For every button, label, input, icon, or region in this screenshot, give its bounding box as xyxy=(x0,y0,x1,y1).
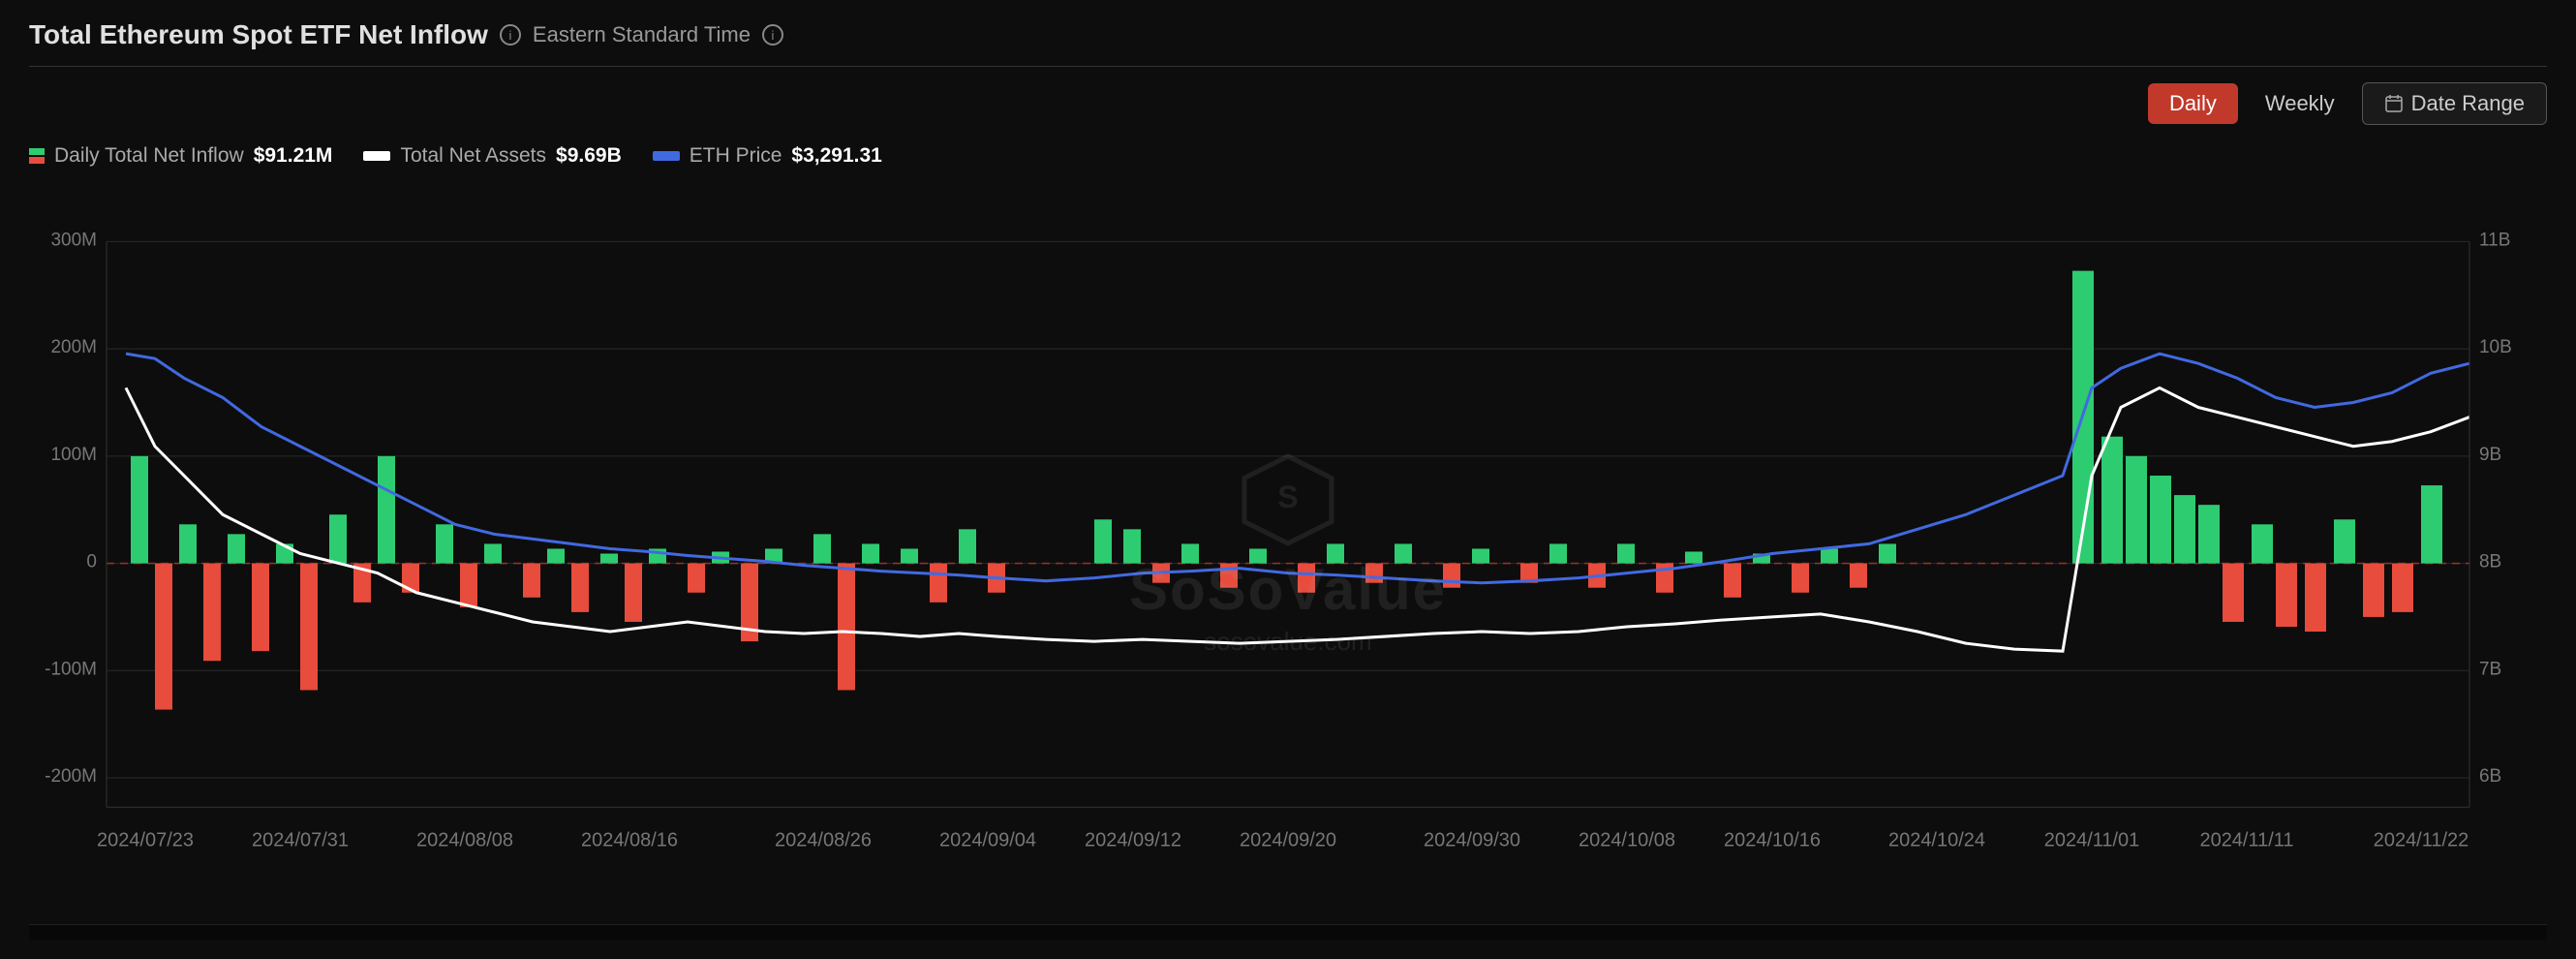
svg-text:2024/08/16: 2024/08/16 xyxy=(581,829,678,851)
eth-swatch xyxy=(653,151,680,161)
svg-text:100M: 100M xyxy=(51,445,97,465)
main-chart-svg: 300M 200M 100M 0 -100M -200M 11B 10B 9B … xyxy=(29,183,2547,924)
date-range-label: Date Range xyxy=(2411,91,2525,116)
assets-label: Total Net Assets xyxy=(400,144,546,168)
svg-text:2024/07/31: 2024/07/31 xyxy=(252,829,349,851)
eth-legend: ETH Price $3,291.31 xyxy=(653,144,882,168)
inflow-label: Daily Total Net Inflow xyxy=(54,144,244,168)
svg-text:2024/10/16: 2024/10/16 xyxy=(1724,829,1821,851)
page-title: Total Ethereum Spot ETF Net Inflow xyxy=(29,19,488,50)
svg-text:-100M: -100M xyxy=(45,659,97,679)
eth-value: $3,291.31 xyxy=(791,144,881,168)
calendar-icon xyxy=(2384,94,2404,113)
assets-legend: Total Net Assets $9.69B xyxy=(363,144,621,168)
svg-text:11B: 11B xyxy=(2479,230,2510,250)
svg-text:0: 0 xyxy=(86,552,97,572)
timezone-info-icon[interactable]: i xyxy=(762,24,783,46)
weekly-tab[interactable]: Weekly xyxy=(2244,83,2356,124)
svg-text:2024/08/08: 2024/08/08 xyxy=(416,829,513,851)
toolbar: Daily Weekly Date Range xyxy=(29,67,2547,135)
svg-text:2024/09/20: 2024/09/20 xyxy=(1240,829,1336,851)
svg-text:2024/09/30: 2024/09/30 xyxy=(1424,829,1520,851)
title-info-icon[interactable]: i xyxy=(500,24,521,46)
legend-row: Daily Total Net Inflow $91.21M Total Net… xyxy=(29,135,2547,173)
svg-text:300M: 300M xyxy=(51,230,97,250)
inflow-value: $91.21M xyxy=(254,144,333,168)
svg-text:10B: 10B xyxy=(2479,337,2512,357)
svg-text:9B: 9B xyxy=(2479,445,2501,465)
inflow-legend: Daily Total Net Inflow $91.21M xyxy=(29,144,332,168)
svg-text:2024/10/24: 2024/10/24 xyxy=(1888,829,1985,851)
svg-text:2024/09/04: 2024/09/04 xyxy=(939,829,1036,851)
chart-area: S SoSoValue sosovalue.com 300M 200M 100M… xyxy=(29,183,2547,924)
svg-text:200M: 200M xyxy=(51,337,97,357)
header: Total Ethereum Spot ETF Net Inflow i Eas… xyxy=(29,19,2547,67)
svg-text:2024/11/11: 2024/11/11 xyxy=(2199,829,2293,851)
svg-text:6B: 6B xyxy=(2479,766,2501,787)
timezone-label: Eastern Standard Time xyxy=(533,22,751,47)
svg-text:7B: 7B xyxy=(2479,659,2501,679)
daily-tab[interactable]: Daily xyxy=(2148,83,2238,124)
inflow-swatch xyxy=(29,148,45,164)
svg-text:8B: 8B xyxy=(2479,552,2501,572)
eth-label: ETH Price xyxy=(690,144,782,168)
assets-value: $9.69B xyxy=(556,144,622,168)
assets-swatch xyxy=(363,151,390,161)
svg-text:2024/11/01: 2024/11/01 xyxy=(2044,829,2140,851)
svg-text:2024/07/23: 2024/07/23 xyxy=(97,829,194,851)
svg-text:2024/08/26: 2024/08/26 xyxy=(775,829,872,851)
svg-text:2024/10/08: 2024/10/08 xyxy=(1579,829,1675,851)
svg-text:2024/09/12: 2024/09/12 xyxy=(1085,829,1181,851)
app-container: Total Ethereum Spot ETF Net Inflow i Eas… xyxy=(0,0,2576,959)
date-range-button[interactable]: Date Range xyxy=(2362,82,2547,125)
minimap[interactable] xyxy=(29,924,2547,940)
minimap-svg xyxy=(29,925,2547,940)
svg-text:2024/11/22: 2024/11/22 xyxy=(2374,829,2469,851)
svg-text:-200M: -200M xyxy=(45,766,97,787)
